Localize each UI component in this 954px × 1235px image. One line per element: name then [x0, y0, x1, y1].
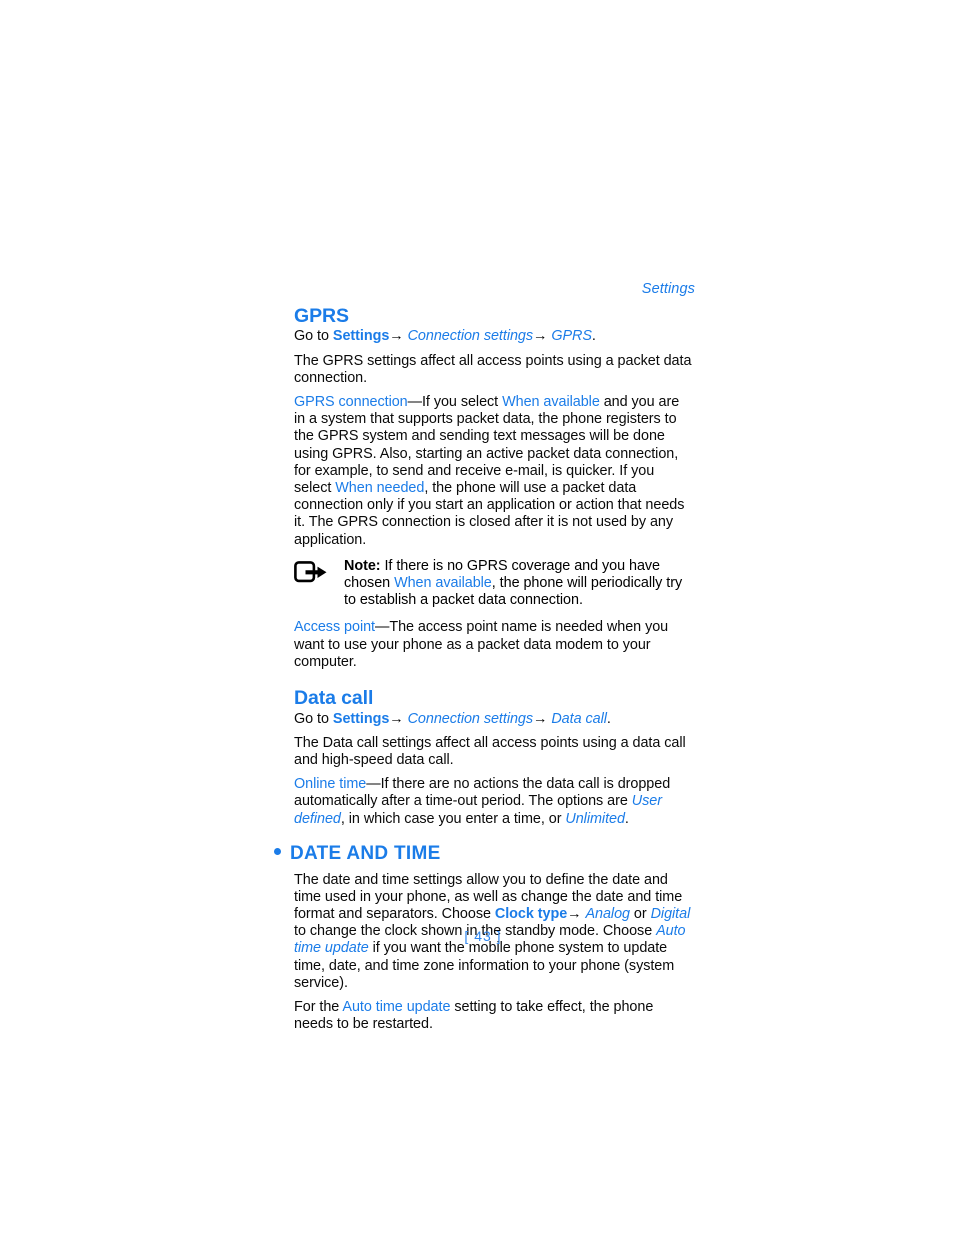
- path-level3: GPRS: [551, 328, 592, 345]
- data-call-intro-paragraph: The Data call settings affect all access…: [294, 734, 686, 768]
- note-label: Note:: [344, 557, 381, 574]
- path-period: .: [606, 710, 611, 727]
- note-callout: Note: If there is no GPRS coverage and y…: [294, 558, 694, 610]
- page-number: [ 43 ]: [464, 928, 502, 944]
- option-digital: Digital: [650, 905, 691, 922]
- option-analog: Analog: [585, 905, 630, 922]
- path-period: .: [591, 328, 596, 345]
- online-time-paragraph: Online time—If there are no actions the …: [294, 776, 694, 828]
- arrow-icon: →: [533, 328, 548, 345]
- term-access-point: Access point: [294, 619, 375, 636]
- arrow-icon: →: [389, 710, 404, 727]
- running-header-settings: Settings: [641, 281, 695, 297]
- setting-auto-time-update: Auto time update: [342, 998, 451, 1015]
- note-arrow-icon: [294, 560, 328, 583]
- gprs-menu-path: Go to Settings→ Connection settings→ GPR…: [294, 328, 694, 345]
- page-content: GPRS Go to Settings→ Connection settings…: [274, 305, 694, 1033]
- online-time-text-b: , in which case you enter a time, or: [340, 810, 566, 827]
- path-prefix: Go to: [294, 710, 333, 727]
- access-point-paragraph: Access point—The access point name is ne…: [294, 619, 694, 671]
- date-time-paragraph-2: For the Auto time update setting to take…: [294, 999, 694, 1033]
- heading-data-call: Data call: [294, 687, 374, 710]
- arrow-icon: →: [533, 710, 548, 727]
- term-gprs-connection: GPRS connection: [294, 394, 408, 411]
- heading-date-and-time: DATE AND TIME: [274, 843, 694, 865]
- path-level2: Connection settings: [407, 328, 534, 345]
- note-text: Note: If there is no GPRS coverage and y…: [344, 558, 694, 610]
- bullet-icon: [274, 847, 281, 855]
- online-time-period: .: [624, 810, 629, 827]
- document-page: Settings GPRS Go to Settings→ Connection…: [0, 0, 954, 1235]
- path-level2: Connection settings: [407, 710, 534, 727]
- path-level3: Data call: [551, 710, 607, 727]
- path-app: Settings: [332, 328, 390, 345]
- gprs-intro-paragraph: The GPRS settings affect all access poin…: [294, 352, 692, 386]
- arrow-icon: →: [389, 328, 404, 345]
- term-clock-type: Clock type: [494, 905, 568, 922]
- path-app: Settings: [332, 710, 390, 727]
- arrow-icon: →: [567, 905, 582, 922]
- option-when-needed: When needed: [335, 480, 425, 497]
- gprs-connection-paragraph: GPRS connection—If you select When avail…: [294, 394, 694, 549]
- path-prefix: Go to: [294, 328, 333, 345]
- heading-gprs: GPRS: [294, 305, 349, 327]
- heading-date-and-time-label: DATE AND TIME: [290, 842, 441, 864]
- dt-para2-a: For the: [294, 998, 343, 1015]
- option-when-available: When available: [502, 394, 600, 411]
- gprs-connection-dash: —If you select: [407, 394, 503, 411]
- option-unlimited: Unlimited: [565, 810, 625, 827]
- term-online-time: Online time: [294, 776, 367, 793]
- dt-or: or: [629, 905, 651, 922]
- note-highlight-when-available: When available: [394, 575, 492, 592]
- data-call-menu-path: Go to Settings→ Connection settings→ Dat…: [294, 711, 694, 728]
